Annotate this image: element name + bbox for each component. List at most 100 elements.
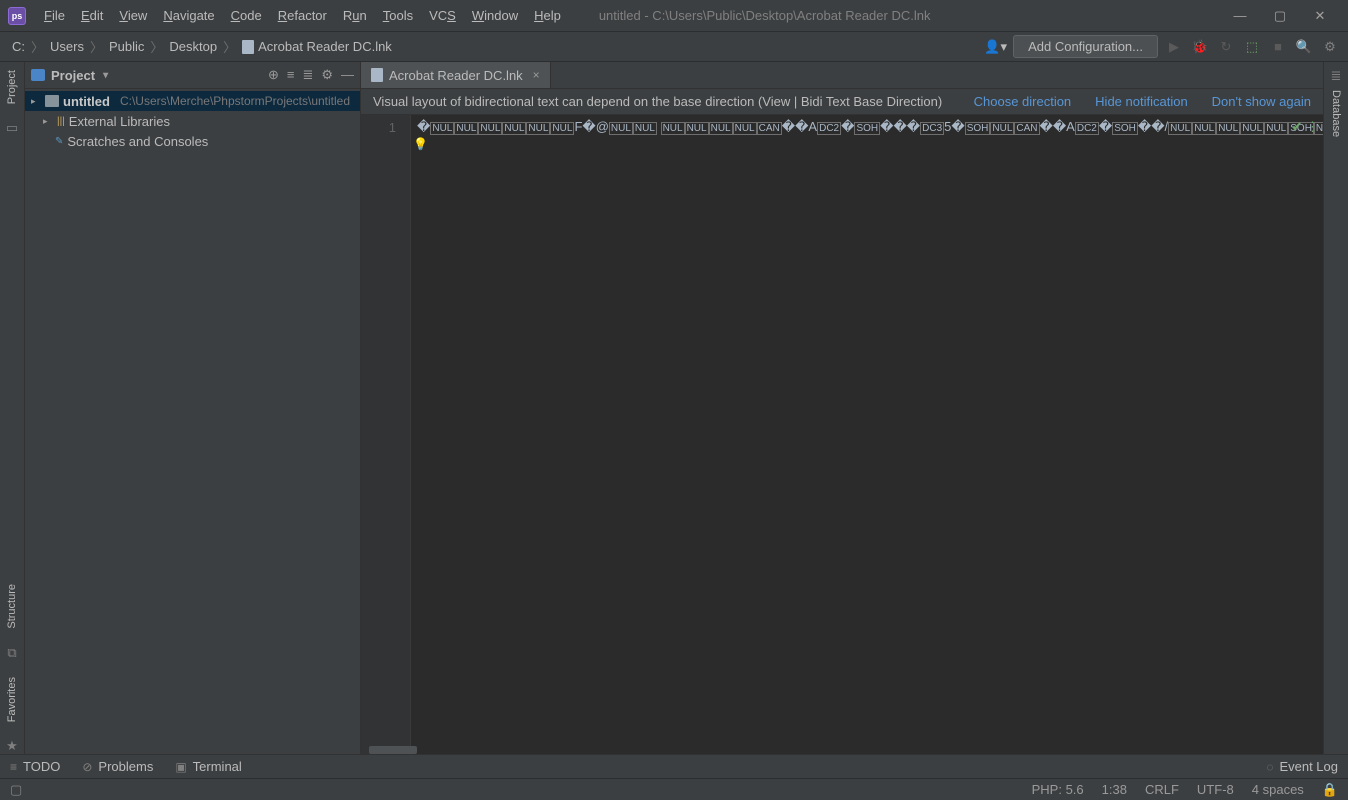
hide-notification-link[interactable]: Hide notification [1095, 94, 1188, 109]
nav-bar: C:〉 Users〉 Public〉 Desktop〉 Acrobat Read… [0, 32, 1348, 62]
database-icon[interactable]: ≣ [1331, 68, 1342, 84]
project-icon [31, 69, 45, 81]
menu-code[interactable]: Code [223, 4, 270, 27]
profiler-icon[interactable]: ⬚ [1242, 37, 1262, 57]
panel-settings-icon[interactable]: ⚙ [321, 67, 333, 83]
code-with-me-icon[interactable]: 👤▾ [984, 39, 1007, 55]
window-title: untitled - C:\Users\Public\Desktop\Acrob… [599, 8, 931, 23]
scratches-icon: ✎ [55, 136, 63, 147]
right-tool-strip: ≣ Database [1323, 62, 1348, 754]
hide-panel-icon[interactable]: — [341, 67, 354, 83]
status-bar: ▢ PHP: 5.6 1:38 CRLF UTF-8 4 spaces 🔒 [0, 778, 1348, 800]
tree-root[interactable]: ▸ untitled C:\Users\Merche\PhpstormProje… [25, 91, 360, 111]
tool-window-event-log[interactable]: ◌Event Log [1266, 759, 1338, 774]
tool-window-project[interactable]: Project [6, 68, 18, 106]
close-tab-icon[interactable]: × [533, 68, 540, 82]
tool-window-todo[interactable]: ≡TODO [10, 759, 60, 774]
lock-icon[interactable]: 🔒 [1322, 782, 1338, 798]
project-tree: ▸ untitled C:\Users\Merche\PhpstormProje… [25, 89, 360, 754]
search-everywhere-icon[interactable]: 🔍 [1294, 37, 1314, 57]
breadcrumb-root[interactable]: C: [8, 37, 29, 56]
chevron-right-icon: 〉 [88, 37, 105, 56]
editor-gutter: 1 [361, 115, 411, 754]
menu-vcs[interactable]: VCS [421, 4, 464, 27]
horizontal-scrollbar[interactable] [369, 746, 417, 754]
stop-icon[interactable]: ■ [1268, 37, 1288, 57]
menu-navigate[interactable]: Navigate [155, 4, 222, 27]
file-icon [371, 68, 383, 82]
debug-icon[interactable]: 🐞 [1190, 37, 1210, 57]
library-icon: ||| [57, 116, 65, 127]
line-number: 1 [361, 119, 396, 137]
breadcrumb-item[interactable]: Users [46, 37, 88, 56]
editor-notification-bar: Visual layout of bidirectional text can … [361, 89, 1323, 115]
todo-icon: ≡ [10, 760, 17, 774]
title-bar: ps File Edit View Navigate Code Refactor… [0, 0, 1348, 32]
menu-view[interactable]: View [111, 4, 155, 27]
editor-tabs: Acrobat Reader DC.lnk × [361, 62, 1323, 89]
structure-icon[interactable]: ⧉ [7, 645, 16, 661]
breadcrumb-item[interactable]: Public [105, 37, 148, 56]
tool-window-database[interactable]: Database [1330, 88, 1342, 139]
collapse-all-icon[interactable]: ≣ [302, 67, 313, 83]
chevron-right-icon: 〉 [29, 37, 46, 56]
status-encoding[interactable]: UTF-8 [1197, 782, 1234, 797]
editor-body: 1 💡 ✔ ⋮ �NULNULNULNULNULNULF�@NULNUL NUL… [361, 115, 1323, 754]
notification-message: Visual layout of bidirectional text can … [373, 94, 942, 109]
editor-area: Acrobat Reader DC.lnk × Visual layout of… [361, 62, 1323, 754]
project-tool-window: Project ⊕ ≡ ≣ ⚙ — ▸ untitled C:\Users\Me… [25, 62, 361, 754]
tool-window-structure[interactable]: Structure [6, 582, 18, 631]
dont-show-again-link[interactable]: Don't show again [1212, 94, 1311, 109]
tool-window-problems[interactable]: ⊘Problems [82, 759, 153, 774]
breadcrumb-item[interactable]: Desktop [165, 37, 221, 56]
tree-scratches[interactable]: ✎ Scratches and Consoles [25, 131, 360, 151]
intention-bulb-icon[interactable]: 💡 [413, 137, 428, 151]
settings-icon[interactable]: ⚙ [1320, 37, 1340, 57]
file-icon [242, 40, 254, 54]
coverage-icon[interactable]: ↻ [1216, 37, 1236, 57]
chevron-right-icon: 〉 [221, 37, 238, 56]
breadcrumb-file[interactable]: Acrobat Reader DC.lnk [238, 37, 396, 56]
menu-file[interactable]: File [36, 4, 73, 27]
status-caret-position[interactable]: 1:38 [1102, 782, 1127, 797]
expand-all-icon[interactable]: ≡ [287, 67, 295, 83]
editor-tab[interactable]: Acrobat Reader DC.lnk × [361, 62, 551, 88]
window-close[interactable]: ✕ [1300, 0, 1340, 32]
bookmarks-icon[interactable]: ▭ [6, 120, 18, 136]
locate-icon[interactable]: ⊕ [268, 67, 279, 83]
status-line-ending[interactable]: CRLF [1145, 782, 1179, 797]
status-indent[interactable]: 4 spaces [1252, 782, 1304, 797]
window-maximize[interactable]: ▢ [1260, 0, 1300, 32]
menu-refactor[interactable]: Refactor [270, 4, 335, 27]
inspection-ok-icon[interactable]: ✔ ⋮ [1291, 119, 1319, 135]
project-panel-title[interactable]: Project [31, 68, 108, 83]
tab-label: Acrobat Reader DC.lnk [389, 68, 523, 83]
tool-window-favorites[interactable]: Favorites [6, 675, 18, 724]
project-panel-header: Project ⊕ ≡ ≣ ⚙ — [25, 62, 360, 89]
chevron-right-icon: ▸ [31, 96, 41, 107]
status-php[interactable]: PHP: 5.6 [1032, 782, 1084, 797]
star-icon[interactable]: ★ [6, 738, 18, 754]
menu-run[interactable]: Run [335, 4, 375, 27]
chevron-right-icon: 〉 [148, 37, 165, 56]
bottom-tool-bar: ≡TODO ⊘Problems ▣Terminal ◌Event Log [0, 754, 1348, 778]
run-icon[interactable]: ▶ [1164, 37, 1184, 57]
chevron-right-icon: ▸ [43, 116, 53, 127]
folder-icon [45, 95, 59, 107]
choose-direction-link[interactable]: Choose direction [974, 94, 1072, 109]
menu-window[interactable]: Window [464, 4, 526, 27]
menu-tools[interactable]: Tools [375, 4, 421, 27]
tool-window-terminal[interactable]: ▣Terminal [175, 759, 241, 774]
menu-help[interactable]: Help [526, 4, 569, 27]
tool-windows-icon[interactable]: ▢ [10, 782, 22, 798]
menu-edit[interactable]: Edit [73, 4, 111, 27]
window-minimize[interactable]: — [1220, 0, 1260, 32]
problems-icon: ⊘ [82, 760, 92, 774]
event-log-icon: ◌ [1266, 760, 1273, 774]
terminal-icon: ▣ [175, 760, 186, 774]
tree-external-libraries[interactable]: ▸ ||| External Libraries [25, 111, 360, 131]
left-tool-strip: Project ▭ Structure ⧉ Favorites ★ [0, 62, 25, 754]
app-icon: ps [8, 7, 26, 25]
add-configuration-button[interactable]: Add Configuration... [1013, 35, 1158, 58]
code-content[interactable]: 💡 ✔ ⋮ �NULNULNULNULNULNULF�@NULNUL NULNU… [411, 115, 1323, 754]
